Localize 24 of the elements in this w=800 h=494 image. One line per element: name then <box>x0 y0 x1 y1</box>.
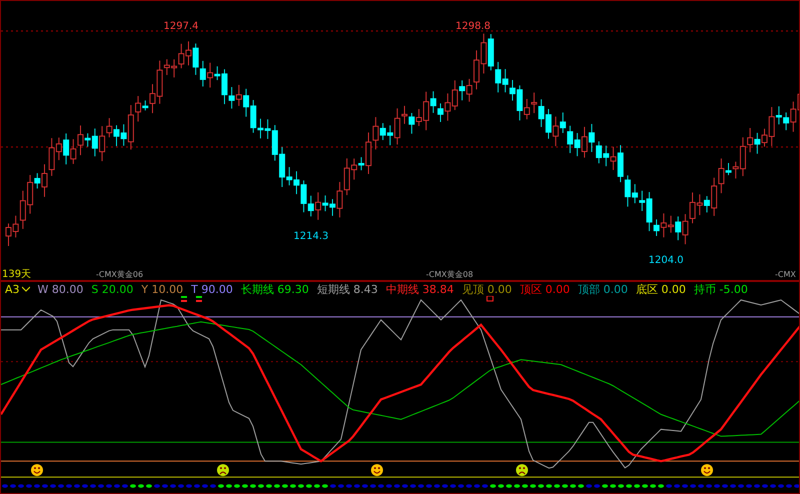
period-label: 139天 <box>2 269 32 280</box>
contract-label: -CMX <box>775 270 796 279</box>
indicator-value: 底区 0.00 <box>636 282 686 296</box>
contract-label: -CMX黄金06 <box>96 270 144 279</box>
indicator-name[interactable]: A3 <box>5 282 30 296</box>
indicator-value: 持币 -5.00 <box>694 282 748 296</box>
indicator-value: 见顶 0.00 <box>462 282 512 296</box>
indicator-value: 短期线 8.43 <box>316 282 378 296</box>
contract-label: -CMX黄金08 <box>426 270 474 279</box>
signal-marker-icon <box>181 296 202 302</box>
price-label: 1204.0 <box>648 255 684 266</box>
indicator-value: S 20.00 <box>91 282 134 296</box>
price-label: 1214.3 <box>294 231 328 242</box>
indicator-value: W 80.00 <box>38 282 84 296</box>
caret-icon <box>22 286 30 292</box>
price-label: 1298.8 <box>456 21 490 32</box>
indicator-value: 长期线 69.30 <box>240 282 309 296</box>
indicator-value: 顶区 0.00 <box>520 282 570 296</box>
indicator-value: Y 10.00 <box>141 282 184 296</box>
indicator-value: 中期线 38.84 <box>386 282 454 296</box>
signal-marker-icon <box>486 296 494 302</box>
indicator-value: 顶部 0.00 <box>578 282 628 296</box>
price-label: 1297.4 <box>164 21 198 32</box>
indicator-value: T 90.00 <box>191 282 233 296</box>
